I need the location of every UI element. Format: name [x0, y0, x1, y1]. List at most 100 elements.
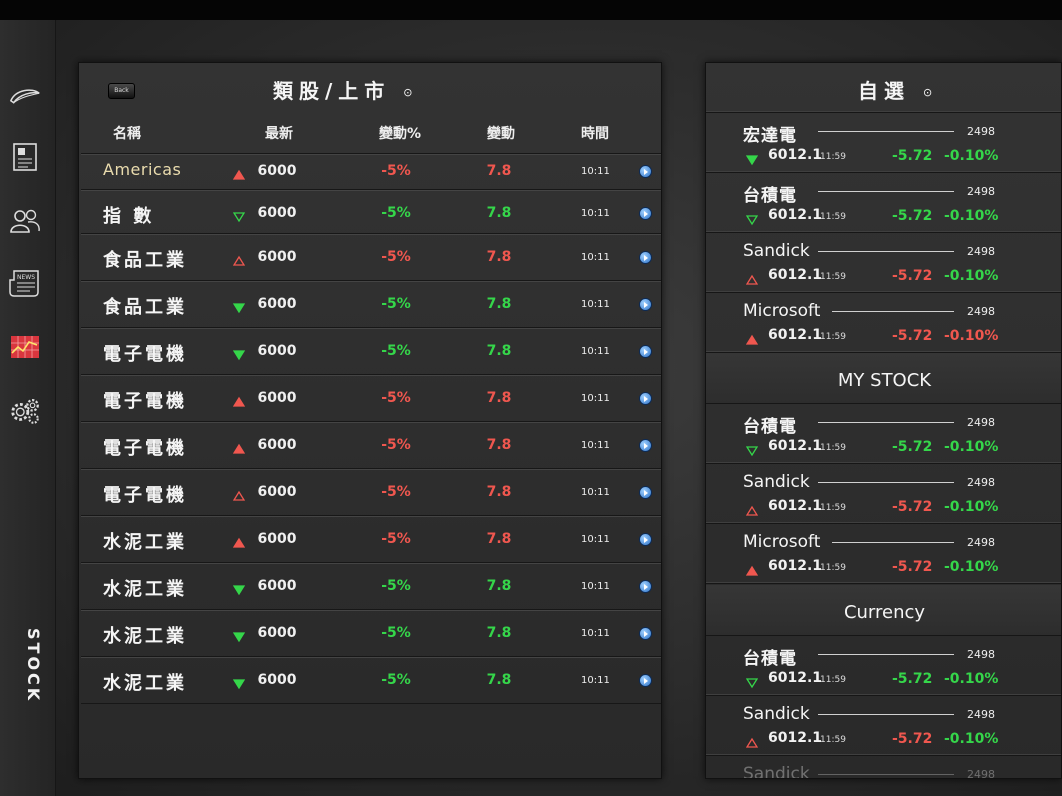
watchlist-item[interactable]: 台積電 2498 6012.1 11:59 -5.72 -0.10%	[706, 173, 1061, 233]
stock-change-percent: -0.10%	[944, 499, 999, 515]
stock-code: 2498	[967, 476, 995, 489]
sidebar-stock-label[interactable]: STOCK	[7, 628, 43, 703]
arrow-down-icon	[232, 581, 246, 596]
row-last: 6000	[257, 249, 297, 265]
row-detail-arrow-icon[interactable]	[639, 580, 652, 593]
row-last: 6000	[257, 390, 297, 406]
table-row[interactable]: 指 數 6000 -5% 7.8 10:11	[81, 189, 661, 236]
row-name: 水泥工業	[103, 673, 187, 694]
row-change: 7.8	[486, 672, 512, 688]
col-header-change-percent[interactable]: 變動%	[362, 123, 438, 143]
table-row[interactable]: 電子電機 6000 -5% 7.8 10:11	[81, 374, 661, 421]
stock-code: 2498	[967, 708, 995, 721]
arrow-down-icon	[745, 211, 759, 226]
stock-code: 2498	[967, 125, 995, 138]
row-detail-arrow-icon[interactable]	[639, 207, 652, 220]
table-row[interactable]: Americas 6000 -5% 7.8 10:11	[81, 153, 661, 189]
news-icon[interactable]: NEWS	[8, 266, 42, 300]
row-detail-arrow-icon[interactable]	[639, 298, 652, 311]
table-row[interactable]: 食品工業 6000 -5% 7.8 10:11	[81, 233, 661, 280]
row-change: 7.8	[486, 390, 512, 406]
row-last: 6000	[257, 205, 297, 221]
watchlist-item[interactable]: Sandick 2498	[706, 756, 1061, 779]
row-name: 電子電機	[103, 344, 187, 365]
row-detail-arrow-icon[interactable]	[639, 533, 652, 546]
row-detail-arrow-icon[interactable]	[639, 251, 652, 264]
stock-code: 2498	[967, 185, 995, 198]
row-time: 10:11	[581, 166, 610, 177]
stock-time: 11:59	[820, 563, 846, 573]
stock-change: -5.72	[892, 499, 933, 515]
name-divider	[818, 774, 954, 775]
row-time: 10:11	[581, 487, 610, 498]
name-divider	[832, 311, 954, 312]
table-row[interactable]: 水泥工業 6000 -5% 7.8 10:11	[81, 656, 661, 703]
watchlist-item[interactable]: 台積電 2498 6012.1 11:59 -5.72 -0.10%	[706, 404, 1061, 464]
stock-name: Sandick	[743, 472, 810, 492]
watchlist-item[interactable]: Sandick 2498 6012.1 11:59 -5.72 -0.10%	[706, 233, 1061, 293]
stock-change: -5.72	[892, 208, 933, 224]
row-change-percent: -5%	[381, 296, 411, 312]
watchlist-item[interactable]: Microsoft 2498 6012.1 11:59 -5.72 -0.10%	[706, 293, 1061, 353]
stock-price: 6012.1	[768, 327, 823, 343]
document-icon[interactable]	[8, 140, 42, 174]
row-time: 10:11	[581, 534, 610, 545]
arrow-down-icon	[745, 151, 759, 166]
row-detail-arrow-icon[interactable]	[639, 165, 652, 178]
table-row[interactable]: 水泥工業 6000 -5% 7.8 10:11	[81, 609, 661, 656]
chart-icon[interactable]	[8, 330, 42, 364]
row-last: 6000	[257, 531, 297, 547]
col-header-change[interactable]: 變動	[471, 123, 531, 143]
arrow-up-icon	[232, 252, 246, 266]
row-change: 7.8	[486, 249, 512, 265]
stock-time: 11:59	[820, 332, 846, 342]
col-header-last[interactable]: 最新	[249, 123, 309, 143]
col-header-time[interactable]: 時間	[565, 123, 625, 143]
row-detail-arrow-icon[interactable]	[639, 486, 652, 499]
watchlist-item[interactable]: Microsoft 2498 6012.1 11:59 -5.72 -0.10%	[706, 524, 1061, 584]
row-change-percent: -5%	[381, 578, 411, 594]
table-row[interactable]: 水泥工業 6000 -5% 7.8 10:11	[81, 562, 661, 609]
stock-code: 2498	[967, 768, 995, 779]
stock-name: Sandick	[743, 241, 810, 261]
row-time: 10:11	[581, 581, 610, 592]
watchlist-item[interactable]: 宏達電 2498 6012.1 11:59 -5.72 -0.10%	[706, 113, 1061, 173]
settings-icon[interactable]	[8, 394, 42, 428]
row-last: 6000	[257, 163, 297, 179]
arrow-down-icon	[232, 208, 246, 223]
logo-icon[interactable]	[8, 80, 42, 114]
table-row[interactable]: 電子電機 6000 -5% 7.8 10:11	[81, 327, 661, 374]
table-row[interactable]: 電子電機 6000 -5% 7.8 10:11	[81, 468, 661, 515]
row-time: 10:11	[581, 208, 610, 219]
stock-change-percent: -0.10%	[944, 208, 999, 224]
users-icon[interactable]	[8, 204, 42, 238]
row-change: 7.8	[486, 625, 512, 641]
stock-time: 11:59	[820, 503, 846, 513]
row-detail-arrow-icon[interactable]	[639, 674, 652, 687]
arrow-up-icon	[745, 271, 759, 285]
table-row[interactable]: 水泥工業 6000 -5% 7.8 10:11	[81, 515, 661, 562]
row-change-percent: -5%	[381, 672, 411, 688]
name-divider	[818, 191, 954, 192]
row-name: 食品工業	[103, 297, 187, 318]
watchlist-item[interactable]: Sandick 2498 6012.1 11:59 -5.72 -0.10%	[706, 464, 1061, 524]
stock-change-percent: -0.10%	[944, 671, 999, 687]
table-row[interactable]: 食品工業 6000 -5% 7.8 10:11	[81, 280, 661, 327]
arrow-up-icon	[232, 440, 246, 454]
row-detail-arrow-icon[interactable]	[639, 392, 652, 405]
watchlist-header-divider	[706, 63, 1061, 113]
watchlist-item[interactable]: Sandick 2498 6012.1 11:59 -5.72 -0.10%	[706, 696, 1061, 756]
row-detail-arrow-icon[interactable]	[639, 439, 652, 452]
stock-time: 11:59	[820, 272, 846, 282]
row-name: 電子電機	[103, 438, 187, 459]
section-header: MY STOCK	[706, 353, 1061, 404]
watchlist-item[interactable]: 台積電 2498 6012.1 11:59 -5.72 -0.10%	[706, 636, 1061, 696]
table-row[interactable]: 電子電機 6000 -5% 7.8 10:11	[81, 421, 661, 468]
status-bar	[0, 0, 1062, 20]
stock-time: 11:59	[820, 212, 846, 222]
row-name: 食品工業	[103, 250, 187, 271]
back-button[interactable]: Back	[108, 83, 135, 99]
row-detail-arrow-icon[interactable]	[639, 345, 652, 358]
col-header-name[interactable]: 名稱	[97, 123, 157, 143]
row-detail-arrow-icon[interactable]	[639, 627, 652, 640]
